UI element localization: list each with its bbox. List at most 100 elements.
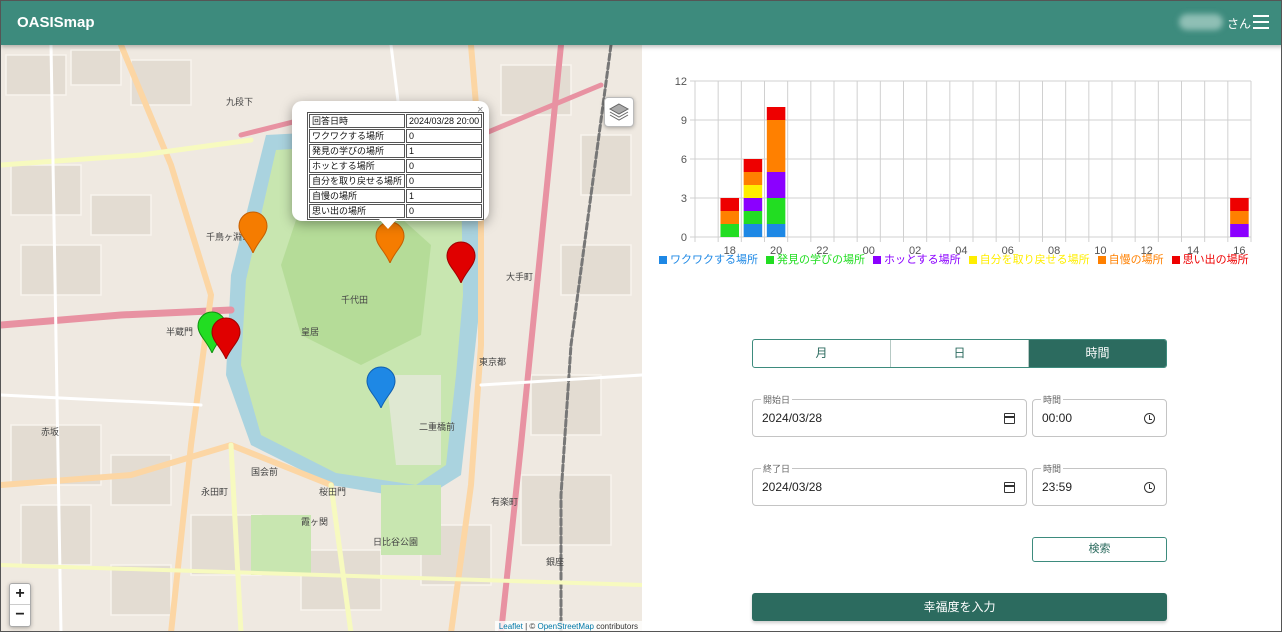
table-row: ワクワクする場所 0: [309, 129, 483, 143]
popup-tip: [379, 219, 397, 229]
legend-item[interactable]: 思い出の場所: [1171, 251, 1249, 267]
table-row: 発見の学びの場所 1: [309, 144, 483, 158]
user-suffix: さん: [1227, 17, 1252, 31]
y-tick-label: 6: [681, 154, 687, 166]
layers-control-button[interactable]: [604, 97, 634, 127]
bar-segment: [743, 224, 763, 237]
legend-item[interactable]: 発見の学びの場所: [766, 251, 865, 267]
end-date-field[interactable]: 終了日 2024/03/28: [752, 462, 1027, 506]
y-tick-label: 3: [681, 193, 687, 205]
zoom-control: + −: [9, 583, 31, 627]
legend-label: 自分を取り戻せる場所: [979, 254, 1090, 266]
map-marker-blue[interactable]: [366, 366, 396, 408]
popup-value: 2024/03/28 20:00: [406, 114, 483, 128]
toggle-month[interactable]: 月: [753, 340, 891, 367]
popup-value: 0: [406, 174, 483, 188]
legend-item[interactable]: ワクワクする場所: [659, 251, 758, 267]
map-place-label: 東京都: [479, 356, 506, 367]
calendar-icon[interactable]: [1004, 413, 1015, 424]
end-date-label: 終了日: [761, 462, 793, 475]
table-row: 自慢の場所 1: [309, 189, 483, 203]
bar-segment: [743, 159, 763, 172]
y-tick-label: 12: [675, 76, 687, 88]
map-view[interactable]: 皇居 東京都 千代田 大手町 日比谷公園 国会前 千鳥ヶ淵公園 桜田門 二重橋前…: [1, 45, 642, 631]
clock-icon[interactable]: [1144, 413, 1155, 424]
bar-segment: [766, 120, 786, 172]
osm-link[interactable]: OpenStreetMap: [537, 622, 593, 631]
map-marker-orange[interactable]: [238, 211, 268, 253]
toggle-hour[interactable]: 時間: [1029, 340, 1166, 367]
popup-value: 1: [406, 189, 483, 203]
popup-table: 回答日時 2024/03/28 20:00 ワクワクする場所 0 発見の学びの場所 1…: [307, 112, 485, 220]
map-place-label: 国会前: [251, 466, 278, 477]
legend-item[interactable]: ホッとする場所: [873, 251, 961, 267]
popup-close-button[interactable]: ×: [477, 104, 483, 116]
clock-icon[interactable]: [1144, 482, 1155, 493]
popup-key: ワクワクする場所: [309, 129, 406, 143]
bar-segment: [1230, 198, 1249, 211]
start-time-field[interactable]: 時間 00:00: [1032, 393, 1167, 437]
legend-label: 思い出の場所: [1182, 254, 1249, 266]
end-time-field[interactable]: 時間 23:59: [1032, 462, 1167, 506]
legend-swatch: [968, 256, 977, 264]
attribution-rest: contributors: [593, 622, 638, 631]
toggle-day[interactable]: 日: [891, 340, 1029, 367]
app-window: OASISmap さん 皇居 東京都 千代田 大手町 日比谷公園 国会前 千鳥ヶ…: [0, 0, 1282, 632]
map-place-label: 大手町: [506, 271, 533, 282]
bar-segment: [743, 198, 763, 211]
start-date-label: 開始日: [761, 393, 793, 406]
enter-happiness-button[interactable]: 幸福度を入力: [752, 593, 1167, 621]
zoom-in-button[interactable]: +: [10, 584, 30, 605]
popup-key: 自慢の場所: [309, 189, 406, 203]
bar-segment: [720, 198, 740, 211]
bar-segment: [743, 172, 763, 185]
map-place-label: 二重橋前: [419, 421, 455, 432]
map-place-label: 九段下: [226, 96, 253, 107]
popup-key: 回答日時: [309, 114, 406, 128]
bar-segment: [1230, 224, 1249, 237]
map-place-label: 有楽町: [491, 496, 518, 507]
map-place-label: 霞ヶ関: [301, 517, 328, 527]
menu-icon[interactable]: [1253, 15, 1269, 29]
calendar-icon[interactable]: [1004, 482, 1015, 493]
bar-segment: [766, 107, 786, 120]
app-title: OASISmap: [17, 14, 95, 31]
legend-label: 発見の学びの場所: [777, 254, 865, 266]
end-date-value: 2024/03/28: [762, 480, 823, 494]
popup-key: ホッとする場所: [309, 159, 406, 173]
map-attribution: Leaflet | © OpenStreetMap contributors: [494, 621, 642, 631]
bar-segment: [743, 185, 763, 198]
map-place-label: 千代田: [341, 295, 368, 305]
y-tick-label: 0: [681, 232, 687, 244]
map-place-label: 永田町: [201, 486, 228, 497]
chart-legend: ワクワクする場所 発見の学びの場所 ホッとする場所 自分を取り戻せる場所 自慢の場所 思い…: [659, 251, 1259, 267]
popup-key: 思い出の場所: [309, 204, 406, 218]
start-time-value: 00:00: [1042, 411, 1073, 425]
bar-segment: [743, 211, 763, 224]
popup-key: 発見の学びの場所: [309, 144, 406, 158]
bar-segment: [720, 224, 740, 237]
table-row: 自分を取り戻せる場所 0: [309, 174, 483, 188]
map-marker-red[interactable]: [211, 317, 241, 359]
legend-item[interactable]: 自分を取り戻せる場所: [968, 251, 1090, 267]
map-marker-red[interactable]: [446, 241, 476, 283]
leaflet-link[interactable]: Leaflet: [499, 622, 523, 631]
map-place-label: 皇居: [301, 326, 319, 337]
start-date-value: 2024/03/28: [762, 411, 823, 425]
map-place-label: 桜田門: [319, 486, 346, 497]
marker-popup: 回答日時 2024/03/28 20:00 ワクワクする場所 0 発見の学びの場所 1…: [292, 101, 489, 221]
zoom-out-button[interactable]: −: [10, 605, 30, 626]
app-bar: OASISmap さん: [1, 1, 1281, 45]
stacked-bar-chart: 03691218 20 22 00 02 04 06 08 10 12 14 16: [675, 76, 1252, 257]
popup-key: 自分を取り戻せる場所: [309, 174, 406, 188]
legend-swatch: [873, 256, 881, 264]
search-button[interactable]: 検索: [1032, 537, 1167, 562]
popup-value: 0: [406, 204, 483, 218]
legend-item[interactable]: 自慢の場所: [1097, 251, 1164, 267]
map-place-label: 赤坂: [41, 427, 59, 437]
popup-value: 0: [406, 129, 483, 143]
map-place-label: 半蔵門: [166, 326, 193, 337]
bar-segment: [1230, 211, 1249, 224]
bar-segment: [766, 172, 786, 198]
start-date-field[interactable]: 開始日 2024/03/28: [752, 393, 1027, 437]
